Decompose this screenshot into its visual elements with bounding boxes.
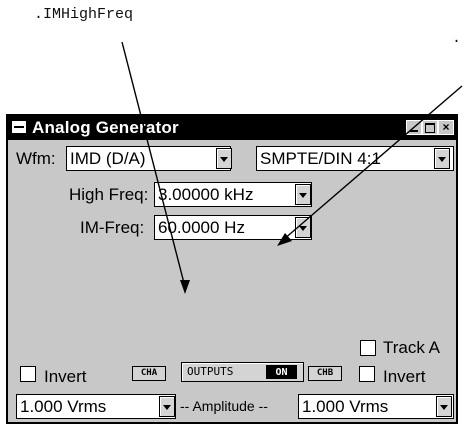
waveform-type-dropdown-button[interactable] (216, 148, 232, 169)
channel-b-tag: CHB (308, 366, 342, 381)
amplitude-a-value: 1.000 Vrms (20, 397, 107, 416)
high-freq-value: 3.00000 kHz (158, 185, 254, 204)
maximize-button[interactable] (422, 120, 438, 135)
high-freq-field[interactable]: 3.00000 kHz (154, 182, 312, 207)
im-freq-dropdown-button[interactable] (295, 217, 311, 238)
im-freq-value: 60.0000 Hz (158, 218, 245, 237)
waveform-type-select[interactable]: IMD (D/A) (66, 146, 231, 171)
outputs-on-badge: ON (266, 365, 297, 379)
callout-label-im-freq: . (452, 30, 462, 47)
im-freq-label: IM-Freq: (80, 218, 145, 237)
waveform-standard-dropdown-button[interactable] (434, 148, 450, 169)
waveform-type-value: IMD (D/A) (70, 149, 146, 168)
system-menu-icon[interactable] (12, 121, 26, 133)
amplitude-a-dropdown-button[interactable] (159, 396, 175, 417)
outputs-label: OUTPUTS (187, 365, 234, 378)
track-a-label: Track A (383, 338, 440, 357)
invert-a-checkbox[interactable] (20, 366, 36, 382)
window-title: Analog Generator (32, 118, 179, 137)
invert-b-label: Invert (383, 367, 426, 386)
amplitude-label: -- Amplitude -- (180, 398, 268, 414)
high-freq-label: High Freq: (69, 185, 149, 204)
title-bar[interactable]: Analog Generator × (8, 116, 456, 140)
track-a-checkbox[interactable] (360, 340, 376, 356)
amplitude-b-dropdown-button[interactable] (436, 396, 452, 417)
amplitude-a-field[interactable]: 1.000 Vrms (16, 394, 176, 419)
invert-a-label: Invert (44, 367, 87, 386)
im-freq-field[interactable]: 60.0000 Hz (154, 215, 312, 240)
amplitude-b-value: 1.000 Vrms (302, 397, 389, 416)
channel-a-tag: CHA (132, 366, 166, 381)
waveform-label: Wfm: (16, 149, 56, 168)
waveform-standard-value: SMPTE/DIN 4:1 (260, 149, 381, 168)
minimize-button[interactable] (406, 120, 422, 135)
waveform-standard-select[interactable]: SMPTE/DIN 4:1 (256, 146, 454, 171)
close-button[interactable]: × (438, 120, 454, 135)
amplitude-b-field[interactable]: 1.000 Vrms (298, 394, 454, 419)
analog-generator-window: Analog Generator × Wfm: IMD (D/A) SMPTE/… (6, 114, 458, 424)
callout-label-im-high-freq: .IMHighFreq (34, 6, 134, 23)
outputs-button[interactable]: OUTPUTS ON (181, 362, 304, 382)
maximize-icon (425, 123, 435, 133)
high-freq-dropdown-button[interactable] (295, 184, 311, 205)
invert-b-checkbox[interactable] (359, 366, 375, 382)
minimize-icon (410, 130, 418, 132)
